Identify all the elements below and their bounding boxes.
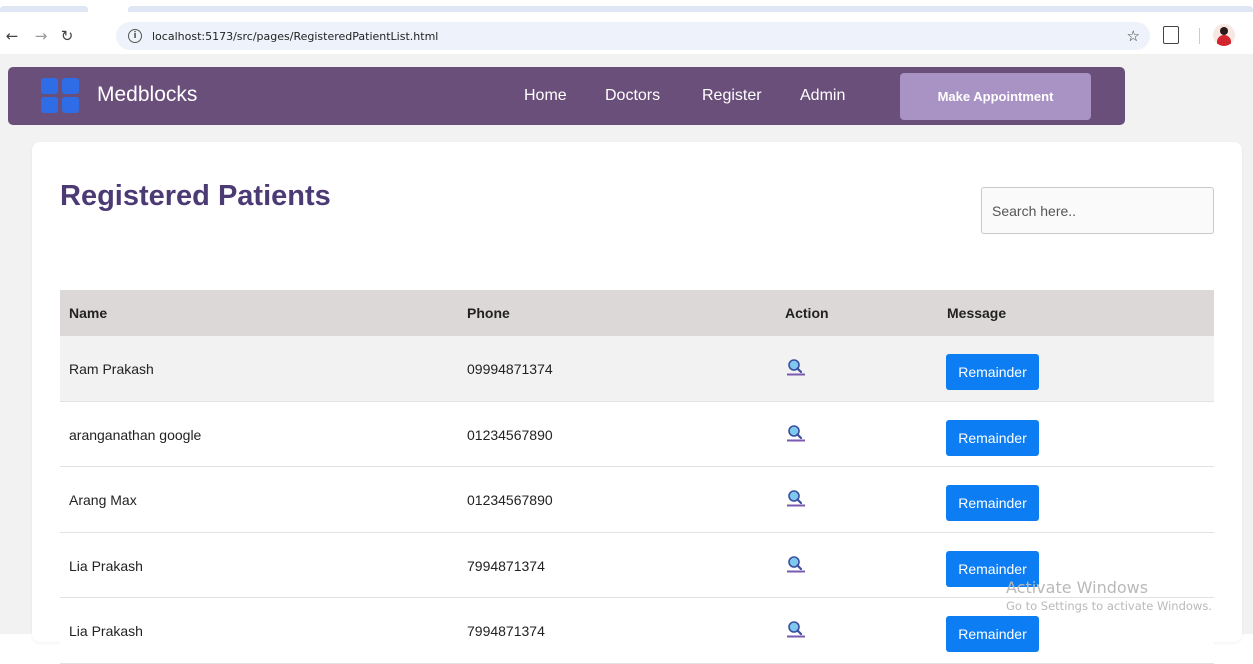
- brand-name[interactable]: Medblocks: [97, 83, 197, 107]
- nav-link-home[interactable]: Home: [524, 87, 567, 105]
- nav-link-doctors[interactable]: Doctors: [605, 87, 660, 105]
- page-title: Registered Patients: [60, 180, 331, 212]
- table-row: aranganathan google 01234567890 Remainde…: [60, 401, 1214, 467]
- profile-avatar-icon[interactable]: [1213, 24, 1235, 46]
- extensions-icon[interactable]: [1163, 26, 1179, 44]
- view-magnifier-icon[interactable]: [786, 358, 806, 376]
- view-magnifier-icon[interactable]: [786, 424, 806, 442]
- view-magnifier-icon[interactable]: [786, 620, 806, 638]
- top-navbar: Medblocks Home Doctors Register Admin Ma…: [8, 67, 1125, 125]
- remainder-button[interactable]: Remainder: [946, 354, 1039, 390]
- nav-link-register[interactable]: Register: [702, 87, 762, 105]
- patient-name: Ram Prakash: [69, 361, 154, 377]
- patient-phone: 09994871374: [467, 361, 553, 377]
- view-magnifier-icon[interactable]: [786, 555, 806, 573]
- page-background: Medblocks Home Doctors Register Admin Ma…: [0, 54, 1253, 664]
- table-row: Lia Prakash 7994871374 Remainder: [60, 532, 1214, 598]
- medblocks-logo-icon[interactable]: [41, 78, 81, 114]
- bookmark-star-icon[interactable]: ☆: [1127, 27, 1140, 45]
- browser-tab-strip: [0, 0, 1253, 18]
- nav-link-admin[interactable]: Admin: [800, 87, 845, 105]
- table-header: Name Phone Action Message: [60, 290, 1214, 336]
- patients-card: Registered Patients Name Phone Action Me…: [32, 142, 1242, 664]
- search-input[interactable]: [981, 187, 1214, 234]
- site-info-icon[interactable]: i: [128, 29, 142, 43]
- table-row: Ram Prakash 09994871374 Remainder: [60, 336, 1214, 402]
- patient-name: Lia Prakash: [69, 557, 143, 574]
- make-appointment-button[interactable]: Make Appointment: [900, 73, 1091, 120]
- browser-toolbar: ← → ↻ i localhost:5173/src/pages/Registe…: [0, 18, 1253, 54]
- column-header-name: Name: [69, 305, 108, 321]
- patient-phone: 01234567890: [467, 492, 553, 508]
- url-text[interactable]: localhost:5173/src/pages/RegisteredPatie…: [152, 30, 438, 43]
- column-header-action: Action: [785, 305, 829, 321]
- browser-tab-active[interactable]: [128, 6, 1253, 12]
- back-icon[interactable]: ←: [2, 26, 22, 46]
- view-magnifier-icon[interactable]: [786, 489, 806, 507]
- browser-tab[interactable]: [0, 6, 88, 12]
- remainder-button[interactable]: Remainder: [946, 419, 1039, 456]
- remainder-button[interactable]: Remainder: [946, 616, 1039, 652]
- patient-phone: 7994871374: [467, 623, 545, 639]
- reload-icon[interactable]: ↻: [57, 26, 77, 46]
- remainder-button[interactable]: Remainder: [946, 550, 1039, 587]
- patient-phone: 01234567890: [467, 426, 553, 443]
- patient-name: aranganathan google: [69, 426, 202, 443]
- table-row: Lia Prakash 7994871374 Remainder: [60, 598, 1214, 664]
- patient-name: Lia Prakash: [69, 623, 143, 639]
- remainder-button[interactable]: Remainder: [946, 485, 1039, 521]
- column-header-phone: Phone: [467, 305, 510, 321]
- table-row: Arang Max 01234567890 Remainder: [60, 467, 1214, 533]
- forward-icon[interactable]: →: [31, 26, 51, 46]
- address-bar[interactable]: i localhost:5173/src/pages/RegisteredPat…: [116, 22, 1150, 50]
- column-header-message: Message: [947, 305, 1007, 321]
- patient-phone: 7994871374: [467, 557, 545, 574]
- patients-table: Name Phone Action Message Ram Prakash 09…: [60, 290, 1214, 664]
- patient-name: Arang Max: [69, 492, 137, 508]
- toolbar-divider: [1199, 28, 1200, 44]
